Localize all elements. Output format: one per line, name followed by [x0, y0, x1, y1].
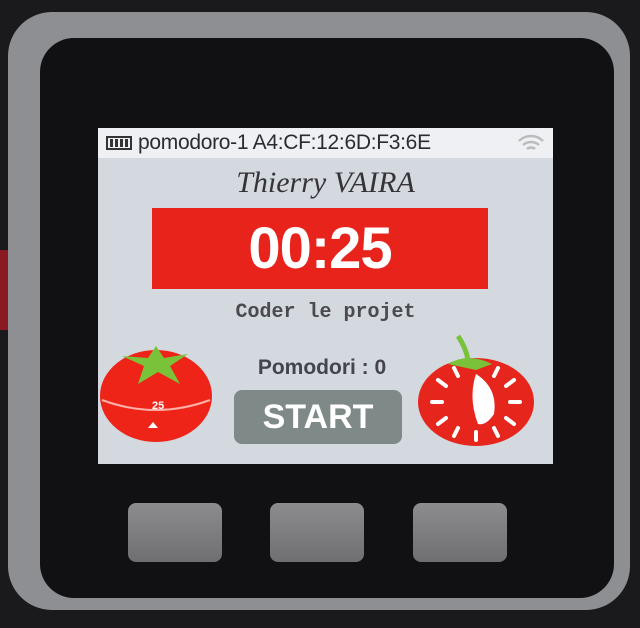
- status-bar: pomodoro-1 A4:CF:12:6D:F3:6E: [98, 128, 553, 158]
- wifi-icon: [518, 134, 544, 151]
- start-button[interactable]: START: [234, 390, 402, 444]
- tomato-timer-icon: 25: [100, 346, 212, 442]
- hardware-button-c[interactable]: [413, 503, 507, 562]
- owner-name: Thierry VAIRA: [236, 166, 415, 199]
- task-label: Coder le projet: [235, 301, 416, 324]
- pomodori-count: Pomodori : 0: [257, 356, 387, 379]
- timer-value: 00:25: [248, 216, 392, 281]
- dial-label: 25: [152, 400, 164, 412]
- device-id: pomodoro-1 A4:CF:12:6D:F3:6E: [138, 131, 431, 154]
- timer-display: 00:25: [152, 208, 488, 289]
- hardware-button-b[interactable]: [270, 503, 364, 562]
- pomodoro-clock-icon: [418, 334, 534, 446]
- device-screen: pomodoro-1 A4:CF:12:6D:F3:6E Thierry VAI…: [98, 128, 553, 464]
- battery-icon: [106, 136, 132, 150]
- hardware-button-a[interactable]: [128, 503, 222, 562]
